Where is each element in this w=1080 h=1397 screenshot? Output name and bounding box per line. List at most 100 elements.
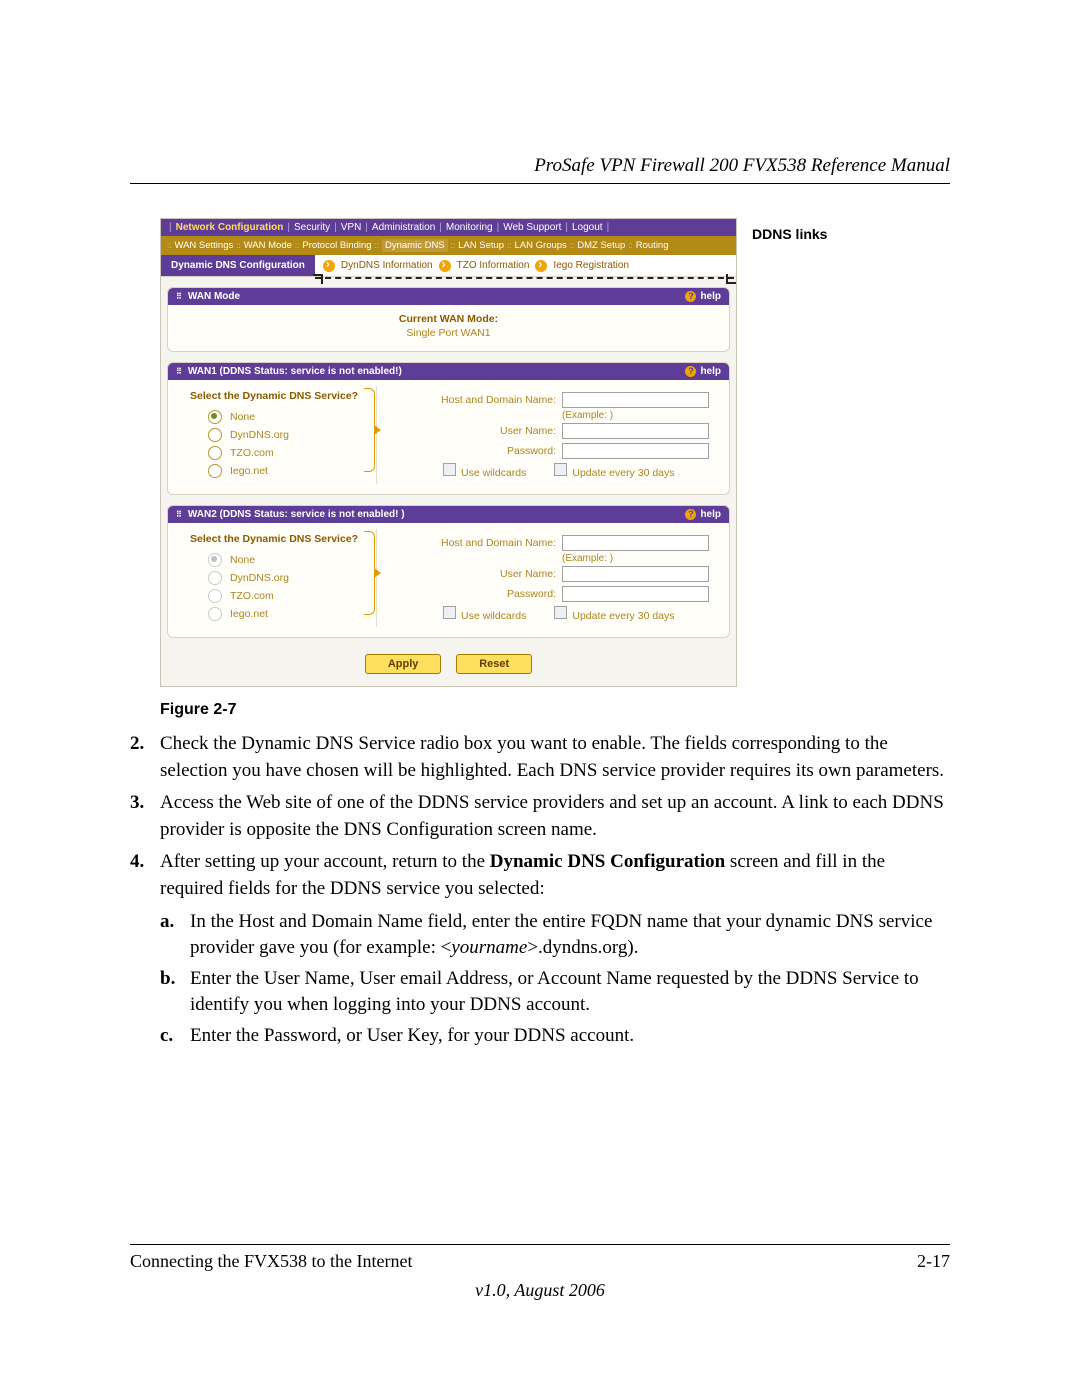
host-domain-input[interactable]	[562, 392, 709, 408]
select-service-label: Select the Dynamic DNS Service?	[190, 533, 368, 545]
host-domain-label: Host and Domain Name:	[391, 537, 562, 549]
help-link[interactable]: help	[685, 291, 721, 302]
doc-header-title: ProSafe VPN Firewall 200 FVX538 Referenc…	[130, 155, 950, 177]
username-input[interactable]	[562, 423, 709, 439]
arrow-icon	[439, 260, 451, 272]
subnav-lan-setup[interactable]: LAN Setup	[458, 240, 504, 251]
panel-title: WAN2 (DDNS Status: service is not enable…	[188, 509, 405, 520]
update30-label: Update every 30 days	[572, 610, 674, 622]
password-label: Password:	[391, 588, 562, 600]
nav-network-configuration[interactable]: Network Configuration	[176, 222, 284, 233]
wildcards-label: Use wildcards	[461, 467, 526, 479]
radio-iego[interactable]	[208, 607, 222, 621]
subnav-routing[interactable]: Routing	[636, 240, 669, 251]
subnav-dynamic-dns[interactable]: Dynamic DNS	[382, 239, 448, 252]
radio-label: TZO.com	[230, 590, 274, 602]
button-row: Apply Reset	[161, 644, 736, 686]
radio-none[interactable]	[208, 410, 222, 424]
wildcards-checkbox[interactable]	[443, 606, 456, 619]
example-note: (Example: )	[391, 553, 709, 564]
radio-label: TZO.com	[230, 447, 274, 459]
update30-checkbox[interactable]	[554, 463, 567, 476]
panel-wan-mode: ⠿ WAN Mode help Current WAN Mode: Single…	[167, 287, 730, 352]
help-link[interactable]: help	[685, 509, 721, 520]
step-text: Check the Dynamic DNS Service radio box …	[160, 731, 950, 784]
radio-iego[interactable]	[208, 464, 222, 478]
example-note: (Example: )	[391, 410, 709, 421]
step-text: After setting up your account, return to…	[160, 849, 950, 902]
wan-mode-heading: Current WAN Mode:	[399, 313, 498, 325]
link-bar: Dynamic DNS Configuration DynDNS Informa…	[161, 255, 736, 277]
radio-tzo[interactable]	[208, 446, 222, 460]
radio-none[interactable]	[208, 553, 222, 567]
radio-dyndns[interactable]	[208, 571, 222, 585]
substep-a: a. In the Host and Domain Name field, en…	[160, 909, 950, 962]
username-input[interactable]	[562, 566, 709, 582]
radio-label: Iego.net	[230, 608, 268, 620]
host-domain-label: Host and Domain Name:	[391, 394, 562, 406]
link-dyndns-info[interactable]: DynDNS Information	[341, 260, 433, 271]
radio-label: DynDNS.org	[230, 572, 289, 584]
radio-label: DynDNS.org	[230, 429, 289, 441]
update30-checkbox[interactable]	[554, 606, 567, 619]
screenshot-container: | Network Configuration| Security| VPN| …	[160, 218, 737, 687]
step-2: 2. Check the Dynamic DNS Service radio b…	[130, 731, 950, 784]
host-domain-input[interactable]	[562, 535, 709, 551]
nav-vpn[interactable]: VPN	[341, 222, 362, 233]
step-text: Access the Web site of one of the DDNS s…	[160, 790, 950, 843]
brace-annotation	[364, 531, 375, 615]
subnav-protocol-binding[interactable]: Protocol Binding	[302, 240, 371, 251]
password-label: Password:	[391, 445, 562, 457]
wan-mode-value: Single Port WAN1	[188, 327, 709, 339]
wildcards-label: Use wildcards	[461, 610, 526, 622]
wildcards-checkbox[interactable]	[443, 463, 456, 476]
subnav-wan-settings[interactable]: WAN Settings	[174, 240, 233, 251]
subnav-wan-mode[interactable]: WAN Mode	[244, 240, 292, 251]
footer-chapter: Connecting the FVX538 to the Internet	[130, 1251, 412, 1272]
panel-wan2: ⠿ WAN2 (DDNS Status: service is not enab…	[167, 505, 730, 638]
substep-b: b. Enter the User Name, User email Addre…	[160, 966, 950, 1019]
substep-text: In the Host and Domain Name field, enter…	[190, 909, 950, 962]
radio-label: None	[230, 554, 255, 566]
radio-label: None	[230, 411, 255, 423]
reset-button[interactable]: Reset	[456, 654, 532, 674]
nav-logout[interactable]: Logout	[572, 222, 603, 233]
step-4: 4. After setting up your account, return…	[130, 849, 950, 902]
nav-administration[interactable]: Administration	[372, 222, 435, 233]
select-service-label: Select the Dynamic DNS Service?	[190, 390, 368, 402]
username-label: User Name:	[391, 568, 562, 580]
apply-button[interactable]: Apply	[365, 654, 442, 674]
arrow-icon	[323, 260, 335, 272]
nav-security[interactable]: Security	[294, 222, 330, 233]
nav-monitoring[interactable]: Monitoring	[446, 222, 493, 233]
step-3: 3. Access the Web site of one of the DDN…	[130, 790, 950, 843]
panel-title: WAN Mode	[188, 291, 240, 302]
password-input[interactable]	[562, 586, 709, 602]
panel-title: WAN1 (DDNS Status: service is not enable…	[188, 366, 402, 377]
footer-version: v1.0, August 2006	[130, 1280, 950, 1301]
username-label: User Name:	[391, 425, 562, 437]
radio-dyndns[interactable]	[208, 428, 222, 442]
figure-caption: Figure 2-7	[160, 701, 950, 719]
annotation-bracket	[315, 277, 734, 279]
nav-web-support[interactable]: Web Support	[503, 222, 561, 233]
brace-annotation	[364, 388, 375, 472]
password-input[interactable]	[562, 443, 709, 459]
panel-wan1: ⠿ WAN1 (DDNS Status: service is not enab…	[167, 362, 730, 495]
link-iego-registration[interactable]: Iego Registration	[553, 260, 629, 271]
primary-nav: | Network Configuration| Security| VPN| …	[161, 219, 736, 236]
subnav-lan-groups[interactable]: LAN Groups	[515, 240, 567, 251]
substep-text: Enter the User Name, User email Address,…	[190, 966, 950, 1019]
help-link[interactable]: help	[685, 366, 721, 377]
ddns-links-annotation: DDNS links	[752, 226, 827, 244]
radio-tzo[interactable]	[208, 589, 222, 603]
page-title-badge: Dynamic DNS Configuration	[161, 255, 315, 276]
arrow-icon	[535, 260, 547, 272]
subnav-dmz-setup[interactable]: DMZ Setup	[577, 240, 625, 251]
header-rule	[130, 183, 950, 184]
radio-label: Iego.net	[230, 465, 268, 477]
substep-text: Enter the Password, or User Key, for you…	[190, 1023, 634, 1050]
link-tzo-info[interactable]: TZO Information	[457, 260, 530, 271]
update30-label: Update every 30 days	[572, 467, 674, 479]
substep-c: c. Enter the Password, or User Key, for …	[160, 1023, 950, 1050]
